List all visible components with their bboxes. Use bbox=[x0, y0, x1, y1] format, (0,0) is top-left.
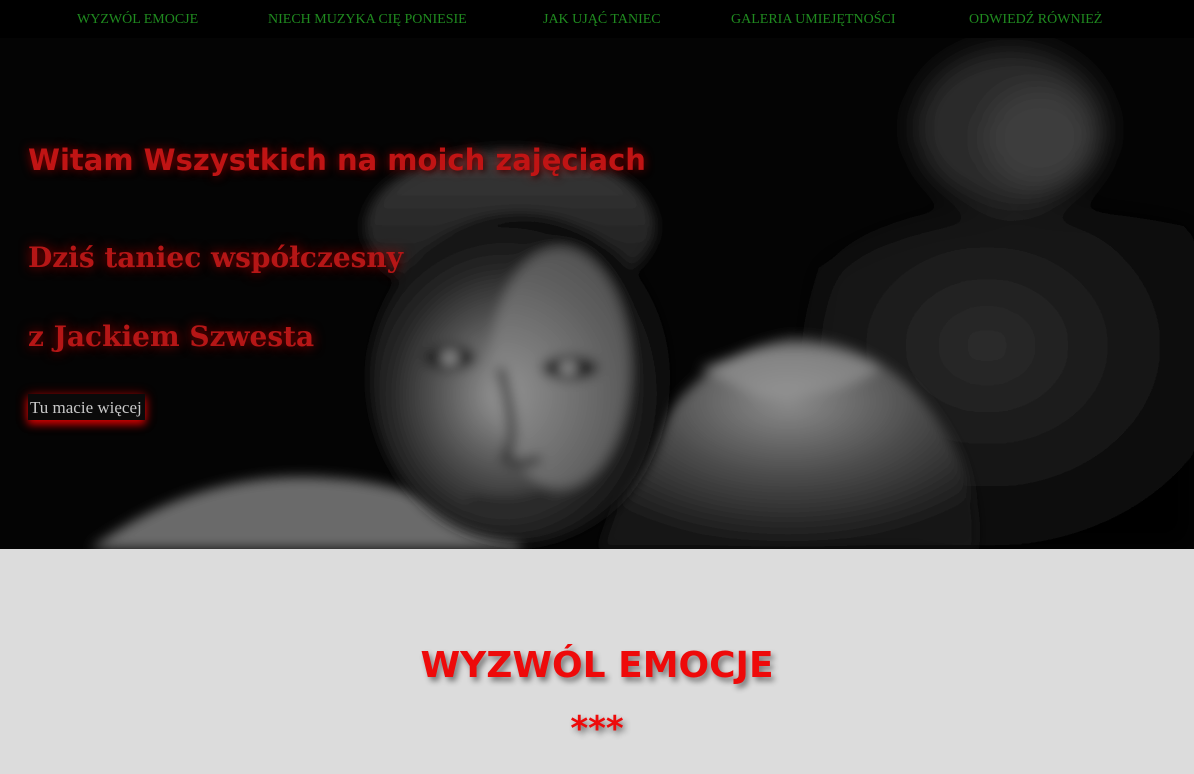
hero-subtitle-line-1: Dziś taniec współczesny bbox=[28, 241, 404, 274]
nav-link-wyzwol-emocje[interactable]: WYZWÓL EMOCJE bbox=[77, 12, 198, 28]
hero-banner: Witam Wszystkich na moich zajęciach Dziś… bbox=[0, 38, 1194, 549]
hero-title: Witam Wszystkich na moich zajęciach bbox=[28, 143, 646, 177]
nav-link-odwiedz-rowniez[interactable]: ODWIEDŹ RÓWNIEŻ bbox=[969, 12, 1102, 28]
top-navigation-bar: WYZWÓL EMOCJE NIECH MUZYKA CIĘ PONIESIE … bbox=[0, 0, 1194, 38]
nav-link-niech-muzyka[interactable]: NIECH MUZYKA CIĘ PONIESIE bbox=[268, 12, 467, 28]
hero-subtitle-line-2: z Jackiem Szwesta bbox=[28, 320, 315, 353]
section-decoration: *** bbox=[570, 709, 624, 749]
hero-photo bbox=[0, 38, 1194, 549]
section-title: WYZWÓL EMOCJE bbox=[420, 645, 774, 686]
more-info-button[interactable]: Tu macie więcej bbox=[28, 394, 145, 420]
nav-link-jak-ujac-taniec[interactable]: JAK UJĄĆ TANIEC bbox=[543, 12, 661, 28]
emotions-section: WYZWÓL EMOCJE *** bbox=[0, 549, 1194, 774]
nav-link-galeria[interactable]: GALERIA UMIEJĘTNOŚCI bbox=[731, 12, 896, 28]
page: WYZWÓL EMOCJE NIECH MUZYKA CIĘ PONIESIE … bbox=[0, 0, 1194, 774]
